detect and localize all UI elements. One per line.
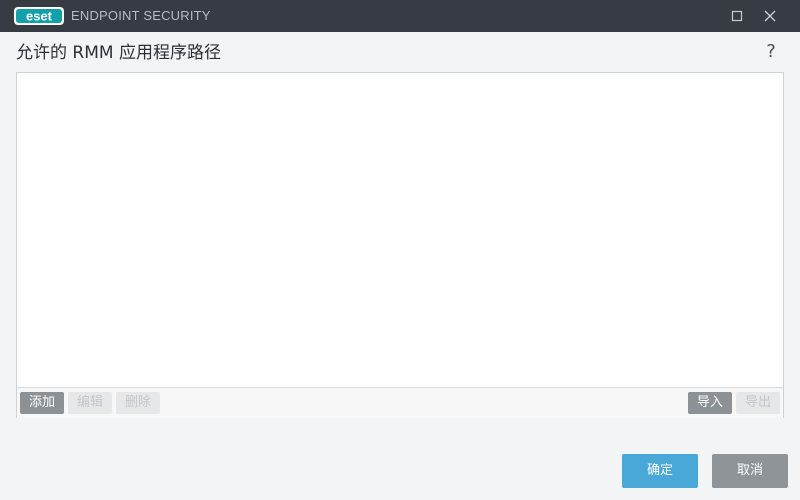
app-title: ENDPOINT SECURITY — [71, 8, 211, 23]
title-bar: eset ENDPOINT SECURITY — [0, 0, 800, 32]
help-button[interactable]: ? — [760, 40, 782, 64]
eset-logo: eset — [14, 7, 64, 25]
export-button[interactable]: 导出 — [736, 392, 780, 414]
import-button[interactable]: 导入 — [688, 392, 732, 414]
svg-text:eset: eset — [26, 9, 53, 24]
maximize-icon — [731, 10, 743, 22]
cancel-button[interactable]: 取消 — [712, 454, 788, 488]
close-button[interactable] — [754, 0, 786, 32]
rmm-paths-dialog: eset ENDPOINT SECURITY 允许的 RMM 应用程序路径 ? … — [0, 0, 800, 500]
paths-list[interactable] — [17, 73, 783, 387]
list-toolbar: 添加 编辑 删除 导入 导出 — [17, 387, 783, 418]
maximize-button[interactable] — [721, 0, 753, 32]
dialog-title: 允许的 RMM 应用程序路径 — [16, 43, 221, 63]
edit-button[interactable]: 编辑 — [68, 392, 112, 414]
paths-list-panel: 添加 编辑 删除 导入 导出 — [16, 72, 784, 418]
delete-button[interactable]: 删除 — [116, 392, 160, 414]
add-button[interactable]: 添加 — [20, 392, 64, 414]
close-icon — [764, 10, 776, 22]
ok-button[interactable]: 确定 — [622, 454, 698, 488]
